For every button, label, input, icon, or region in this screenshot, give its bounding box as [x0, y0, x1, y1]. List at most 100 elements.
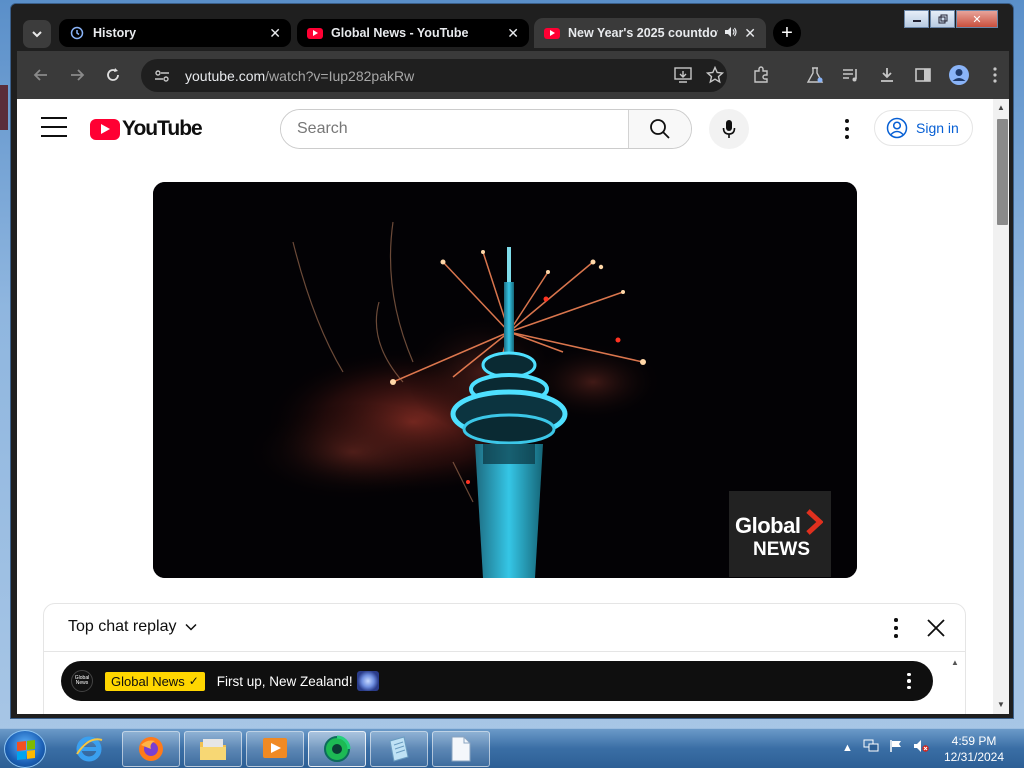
browser-toolbar: youtube.com/watch?v=Iup282pakRw [17, 51, 1009, 99]
media-control-icon[interactable] [839, 63, 863, 87]
network-icon[interactable] [863, 739, 879, 756]
verified-check-icon: ✓ [188, 674, 199, 688]
youtube-favicon-icon [307, 25, 323, 41]
youtube-page: YouTube Sign in [17, 99, 1009, 714]
url-host: youtube.com [185, 68, 266, 84]
tab-label: New Year's 2025 countdow [568, 26, 719, 40]
chat-more-options-icon[interactable] [884, 616, 908, 640]
restore-icon [938, 14, 947, 24]
banner-more-options-icon[interactable] [899, 671, 919, 691]
windows-taskbar: ▲ 4:59 PM 12/31/2024 [0, 728, 1024, 768]
chevron-down-icon [184, 623, 197, 631]
tab-new-years-countdown[interactable]: New Year's 2025 countdow ✕ [534, 18, 766, 48]
url-text: youtube.com/watch?v=Iup282pakRw [185, 68, 414, 84]
volume-muted-icon[interactable] [913, 739, 929, 756]
voice-search-button[interactable] [709, 109, 749, 149]
labs-flask-icon[interactable] [803, 63, 827, 87]
chat-title-label: Top chat replay [68, 618, 177, 635]
windows-logo-icon [17, 740, 35, 760]
chrome-icon[interactable] [308, 731, 366, 767]
firefox-icon[interactable] [122, 731, 180, 767]
logo-text: YouTube [122, 117, 203, 140]
reload-button[interactable] [101, 63, 125, 87]
chat-scroll-up-arrow-icon[interactable]: ▲ [951, 658, 959, 667]
downloads-icon[interactable] [875, 63, 899, 87]
extensions-icon[interactable] [749, 63, 773, 87]
sign-in-label: Sign in [916, 120, 959, 136]
microphone-icon [722, 120, 736, 138]
close-tab-icon[interactable]: ✕ [507, 25, 519, 42]
media-player-icon[interactable] [246, 731, 304, 767]
back-arrow-icon [33, 69, 47, 81]
search-input[interactable] [281, 110, 629, 148]
address-bar[interactable]: youtube.com/watch?v=Iup282pakRw [141, 59, 727, 92]
speaker-icon[interactable] [724, 26, 738, 41]
side-panel-icon[interactable] [911, 63, 935, 87]
plus-icon: + [781, 21, 793, 44]
tab-bar: History ✕ Global News - YouTube ✕ New Ye… [11, 4, 1013, 50]
tab-global-news[interactable]: Global News - YouTube ✕ [297, 19, 529, 47]
url-path: /watch?v=Iup282pakRw [265, 68, 415, 84]
taskbar-clock[interactable]: 4:59 PM 12/31/2024 [938, 733, 1010, 765]
tab-label: History [93, 26, 137, 40]
close-tab-icon[interactable]: ✕ [269, 25, 281, 42]
watermark-global: Global [735, 513, 801, 538]
reload-icon [107, 68, 119, 81]
author-avatar: Global News [71, 670, 93, 692]
install-app-icon[interactable] [671, 63, 695, 87]
live-chat-panel: Top chat replay ▲ Global News Global New… [43, 603, 966, 714]
youtube-play-icon [90, 118, 120, 140]
watermark-news: NEWS [753, 539, 810, 560]
scroll-down-arrow-icon[interactable]: ▼ [997, 700, 1005, 709]
sign-in-button[interactable]: Sign in [874, 110, 973, 146]
youtube-header: YouTube Sign in [17, 99, 991, 159]
scroll-up-arrow-icon[interactable]: ▲ [997, 103, 1005, 112]
close-window-button[interactable]: ✕ [956, 10, 998, 28]
global-news-watermark: Global NEWS [729, 491, 831, 577]
new-tab-button[interactable]: + [773, 19, 801, 47]
settings-menu-icon[interactable] [835, 117, 859, 141]
pinned-message-banner[interactable]: Global News Global News ✓ First up, New … [61, 661, 933, 701]
scrollbar-thumb[interactable] [997, 119, 1008, 225]
desktop-edge [0, 85, 8, 130]
file-explorer-icon[interactable] [184, 731, 242, 767]
page-scrollbar[interactable]: ▲ ▼ [993, 99, 1009, 714]
author-badge[interactable]: Global News ✓ [105, 671, 205, 691]
close-tab-icon[interactable]: ✕ [744, 25, 756, 42]
account-icon [886, 117, 908, 139]
guide-menu-icon[interactable] [41, 117, 67, 137]
fireworks-emoji-icon [356, 671, 379, 691]
close-icon: ✕ [972, 13, 982, 26]
youtube-logo[interactable]: YouTube [90, 117, 203, 141]
forward-button[interactable] [65, 63, 89, 87]
tab-history[interactable]: History ✕ [59, 19, 291, 47]
window-controls: ✕ [903, 10, 998, 28]
browser-menu-icon[interactable] [983, 63, 1007, 87]
pinned-message-text: First up, New Zealand! [216, 673, 353, 689]
chevron-down-icon [32, 31, 42, 38]
tab-search-button[interactable] [23, 20, 51, 48]
search-icon [650, 119, 670, 139]
bookmark-star-icon[interactable] [703, 63, 727, 87]
profile-avatar-icon[interactable] [947, 63, 971, 87]
youtube-favicon-icon [544, 25, 560, 41]
document-icon[interactable] [432, 731, 490, 767]
internet-explorer-icon[interactable] [60, 731, 118, 767]
notepad-icon[interactable] [370, 731, 428, 767]
video-player[interactable]: Global NEWS [153, 182, 857, 578]
minimize-button[interactable] [904, 10, 929, 28]
chat-mode-dropdown[interactable]: Top chat replay [68, 618, 197, 636]
site-info-icon[interactable] [151, 65, 173, 87]
back-button[interactable] [29, 63, 53, 87]
maximize-button[interactable] [930, 10, 955, 28]
clock-date: 12/31/2024 [943, 750, 1005, 764]
browser-window: History ✕ Global News - YouTube ✕ New Ye… [10, 3, 1014, 719]
close-icon[interactable] [924, 616, 948, 640]
search-box [280, 109, 692, 149]
history-icon [69, 25, 85, 41]
search-button[interactable] [628, 110, 691, 148]
minimize-icon [912, 20, 921, 22]
start-button[interactable] [4, 730, 46, 768]
show-hidden-icons-icon[interactable]: ▲ [842, 742, 853, 754]
action-center-flag-icon[interactable] [889, 739, 903, 756]
